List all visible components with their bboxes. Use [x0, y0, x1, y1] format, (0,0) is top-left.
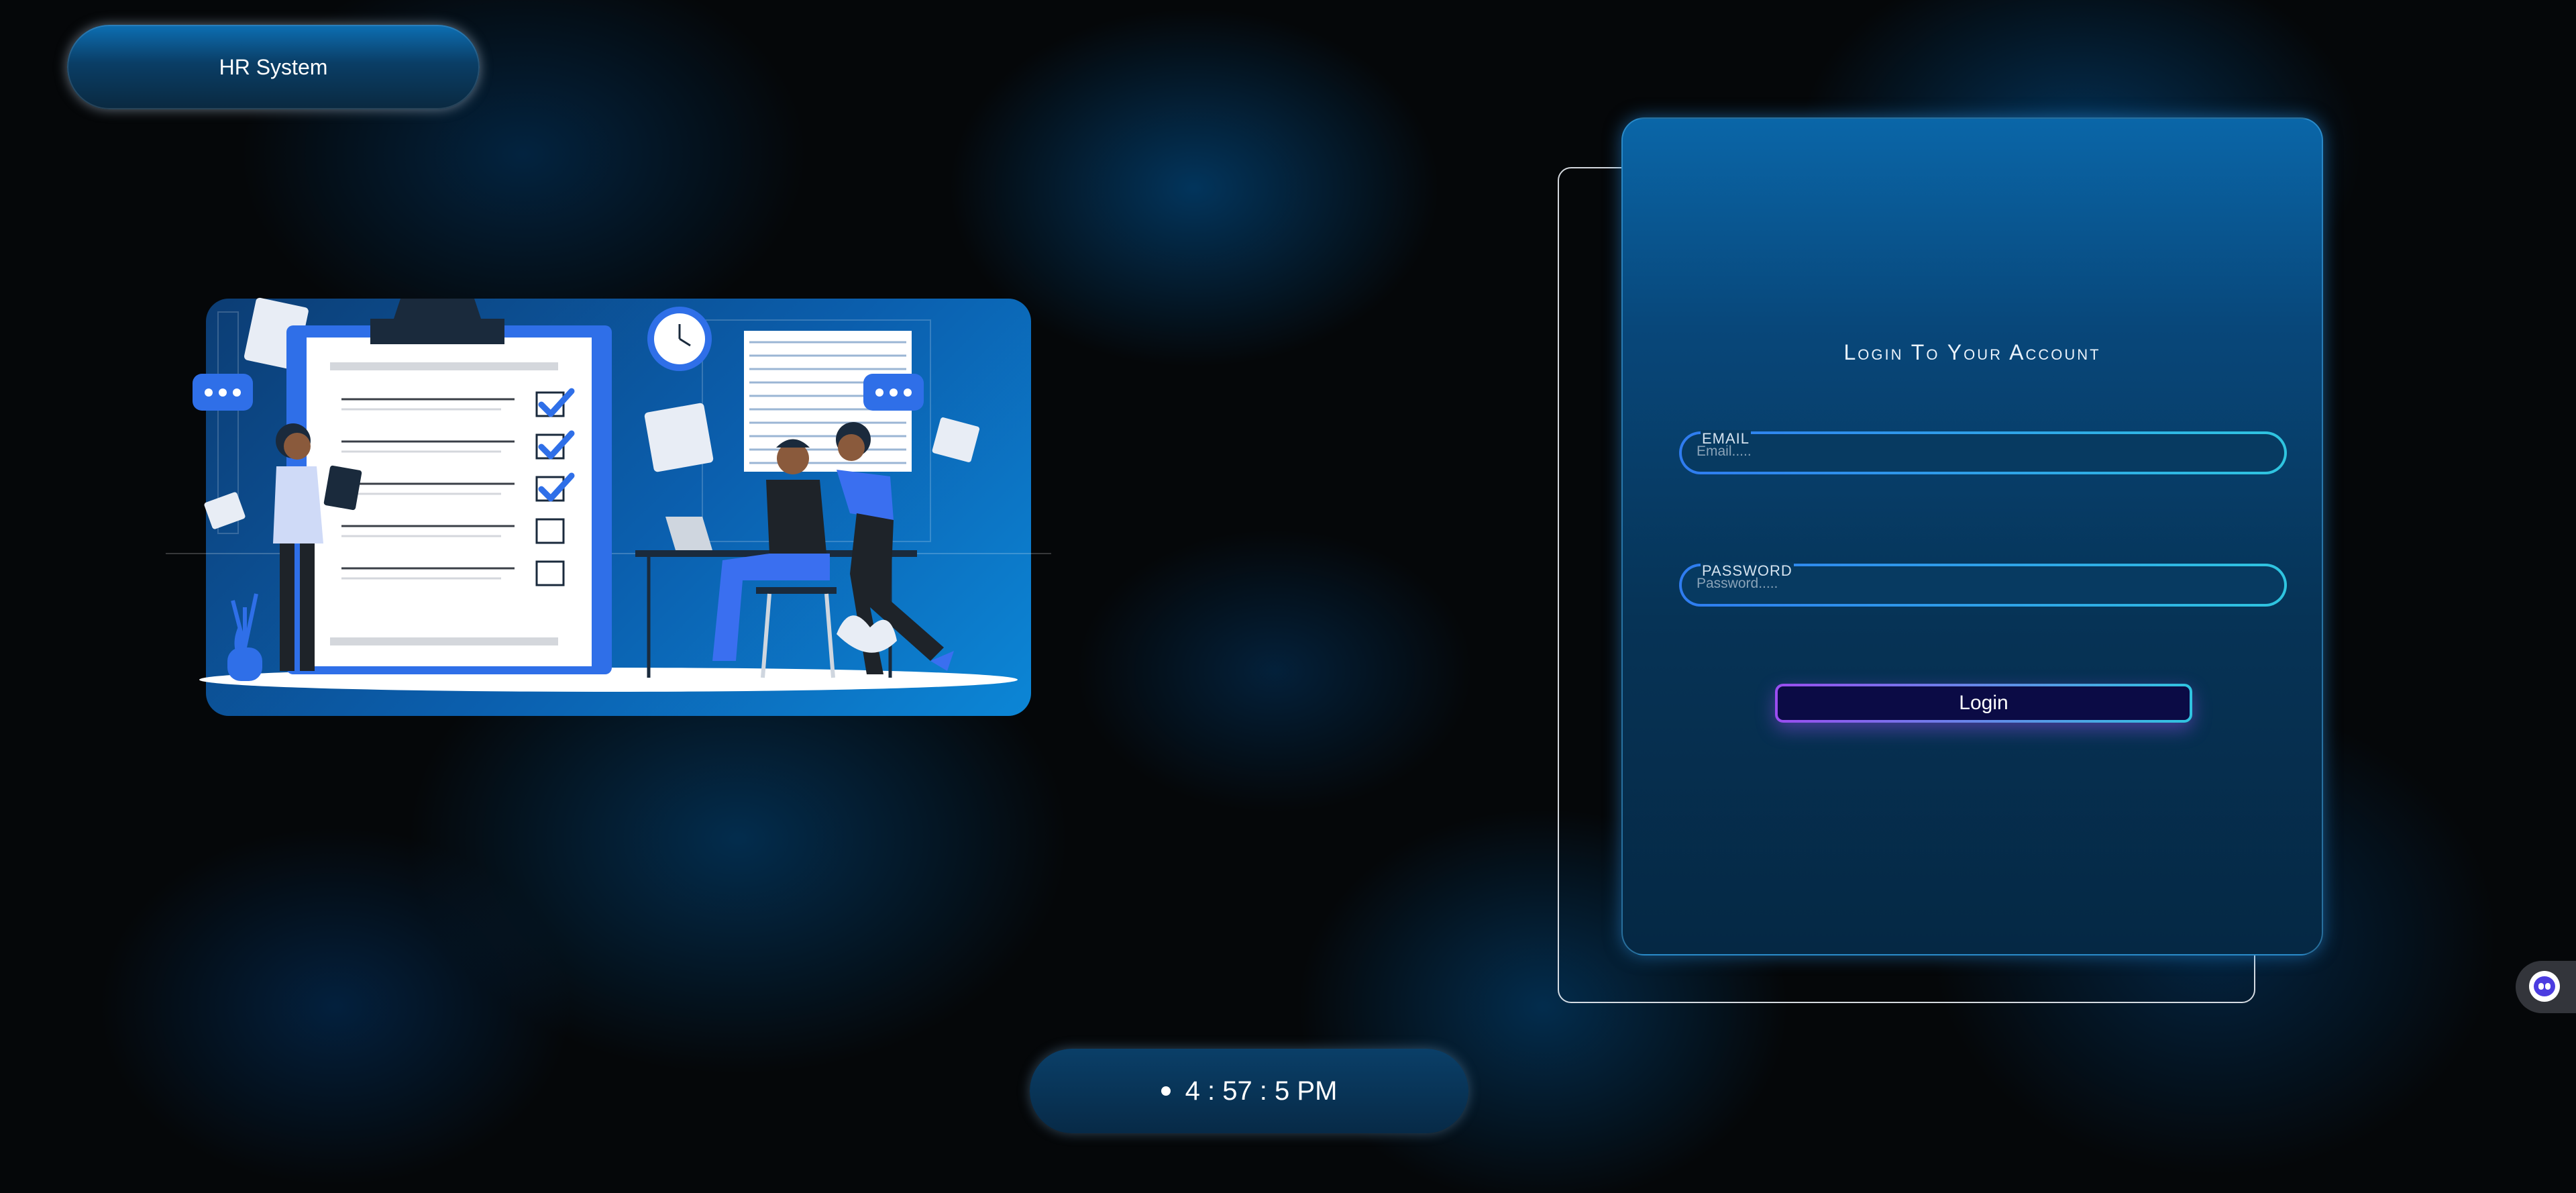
- password-field: PASSWORD: [1679, 562, 2287, 607]
- assistant-bot-icon: [2529, 971, 2560, 1002]
- login-page: HR System Login To Your Account EMAIL Em…: [0, 0, 2576, 1193]
- hr-illustration-card: [166, 297, 1051, 716]
- hr-team-checklist-illustration: [166, 297, 1051, 692]
- app-title: HR System: [219, 54, 328, 79]
- login-card: Login To Your Account EMAIL PASSWORD Log…: [1621, 117, 2323, 955]
- clock-dot-icon: [1161, 1086, 1171, 1096]
- assistant-widget-button[interactable]: [2516, 961, 2576, 1013]
- clock-badge: 4 : 57 : 5 PM: [1030, 1049, 1468, 1133]
- password-input[interactable]: [1697, 576, 2247, 592]
- app-title-badge: HR System: [67, 25, 480, 109]
- login-title: Login To Your Account: [1843, 340, 2101, 364]
- clock-time: 4 : 57 : 5 PM: [1185, 1076, 1338, 1106]
- email-input[interactable]: [1697, 444, 2247, 460]
- login-button[interactable]: Login: [1775, 684, 2192, 723]
- email-field: EMAIL: [1679, 430, 2287, 474]
